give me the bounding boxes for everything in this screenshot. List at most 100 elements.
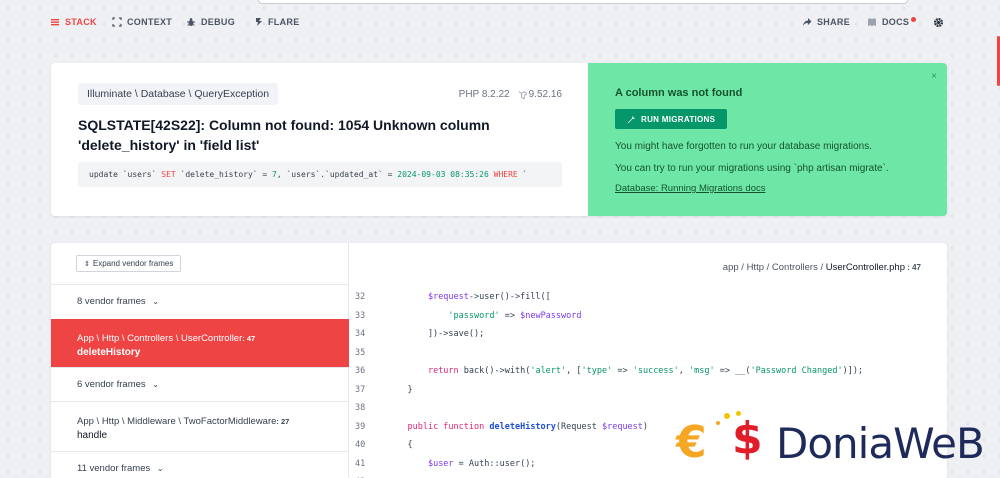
code-token: { (387, 440, 413, 450)
run-migrations-label: RUN MIGRATIONS (641, 114, 716, 124)
expand-icon: ⇕ (84, 261, 90, 268)
stack-icon (51, 19, 59, 26)
php-version: PHP 8.2.22 (458, 89, 510, 100)
vendor-frames-group[interactable]: 8 vendor frames ⌄ (51, 284, 349, 319)
file-path[interactable]: app / Http / Controllers / UserControlle… (723, 262, 921, 273)
laravel-version-wrap: 9.52.16 (518, 89, 562, 100)
line-number: 36 (355, 366, 366, 376)
line-number: 40 (355, 440, 366, 450)
euro-symbol: € (676, 417, 707, 468)
line-number: 42 (355, 473, 365, 478)
code-text: return back()->with('alert', ['type' => … (387, 362, 863, 380)
frames-panel: ⇕ Expand vendor frames 8 vendor frames ⌄ … (51, 243, 349, 478)
code-token: => (499, 310, 521, 321)
code-token: 'alert' (530, 366, 567, 376)
frame-user-controller[interactable]: App \ Http \ Controllers \ UserControlle… (51, 319, 349, 367)
solution-panel: × A column was not found RUN MIGRATIONS … (588, 63, 947, 216)
line-number: 38 (355, 403, 366, 413)
vendor-frames-label: 6 vendor frames (77, 379, 146, 390)
sql-text: ` (517, 170, 528, 179)
run-migrations-button[interactable]: RUN MIGRATIONS (615, 109, 728, 129)
exception-card: Illuminate \ Database \ QueryException P… (51, 63, 947, 216)
migrations-docs-link[interactable]: Database: Running Migrations docs (615, 183, 947, 194)
nav-docs-label: DOCS (882, 17, 910, 27)
code-text: } (387, 381, 413, 399)
code-line: 35 (349, 344, 947, 362)
settings-button[interactable] (933, 17, 944, 28)
nav-debug[interactable]: DEBUG (186, 17, 235, 27)
code-token: 'msg' (689, 366, 715, 376)
nav-docs[interactable]: DOCS (867, 16, 917, 27)
code-token: => __( (714, 366, 751, 376)
frame-two-factor-middleware[interactable]: App \ Http \ Middleware \ TwoFactorMiddl… (51, 401, 349, 451)
code-line: 36 return back()->with('alert', ['type' … (349, 362, 947, 380)
code-text: public function deleteHistory(Request $r… (387, 418, 648, 436)
chevron-down-icon: ⌄ (156, 464, 164, 473)
exception-class[interactable]: Illuminate \ Database \ QueryException (78, 83, 279, 105)
sql-text: update `users` (89, 170, 162, 179)
close-icon[interactable]: × (931, 71, 937, 82)
nav-stack-label: STACK (65, 17, 97, 27)
sparkle-icon (716, 421, 720, 425)
nav-debug-label: DEBUG (201, 17, 236, 27)
nav-context[interactable]: CONTEXT (112, 17, 172, 27)
frame-method: handle (77, 430, 108, 441)
line-number: 32 (355, 292, 366, 302)
laravel-icon (518, 91, 527, 99)
code-token: (Request (555, 421, 602, 432)
sparkle-icon (724, 413, 730, 419)
frame-method: deleteHistory (77, 347, 141, 358)
frame-class: App \ Http \ Middleware \ TwoFactorMiddl… (77, 416, 277, 427)
code-line: 37 } (349, 381, 947, 399)
file-name: UserController.php (825, 262, 905, 273)
code-text: $request->user()->fill([ (387, 288, 551, 306)
sparkle-icon (736, 411, 741, 416)
code-token: , [ (566, 366, 582, 376)
solution-text-1: You might have forgotten to run your dat… (615, 141, 873, 152)
exception-summary: Illuminate \ Database \ QueryException P… (51, 63, 588, 216)
laravel-version: 9.52.16 (528, 89, 562, 100)
wrench-icon (627, 115, 636, 123)
nav-stack[interactable]: STACK (50, 17, 97, 27)
gear-icon (933, 17, 944, 28)
code-text: { (387, 436, 413, 454)
code-text: ])->save(); (387, 325, 484, 343)
code-token: 'password' (448, 310, 500, 321)
docs-icon (868, 18, 876, 27)
context-icon (112, 17, 122, 27)
window-top-edge (258, 0, 908, 4)
vendor-frames-group[interactable]: 11 vendor frames ⌄ (51, 451, 349, 478)
version-info: PHP 8.2.22 9.52.16 (459, 89, 562, 100)
code-token: )]); (842, 366, 864, 376)
nav-flare[interactable]: FLARE (253, 17, 300, 27)
file-line: : 47 (904, 263, 921, 272)
code-token: back()->with( (458, 366, 531, 376)
code-token: } (387, 384, 413, 395)
nav-share[interactable]: SHARE (802, 17, 850, 27)
code-text: 'password' => $newPassword (387, 307, 581, 325)
chevron-down-icon: ⌄ (152, 380, 159, 389)
code-line: 33 'password' => $newPassword (349, 307, 947, 325)
line-number: 37 (355, 384, 366, 395)
chevron-down-icon: ⌄ (152, 297, 159, 306)
donia-web-logo: € $ DoniaWeB (676, 411, 996, 475)
code-token: ])->save(); (387, 329, 485, 339)
expand-vendor-frames-button[interactable]: ⇕ Expand vendor frames (76, 255, 182, 272)
frame-line: : 47 (242, 334, 256, 343)
vendor-frames-label: 8 vendor frames (77, 296, 146, 307)
vendor-frames-label: 11 vendor frames (77, 463, 151, 474)
code-token: => (612, 366, 633, 376)
sql-text: , `users`.`updated_at` = (276, 170, 398, 179)
code-token: $user (427, 458, 454, 469)
line-number: 35 (355, 347, 366, 358)
share-icon (803, 18, 812, 26)
code-token: $request (427, 292, 469, 302)
code-token: 'success' (632, 366, 679, 376)
vendor-frames-group[interactable]: 6 vendor frames ⌄ (51, 367, 349, 401)
code-token: return (427, 366, 459, 376)
sql-keyword: WHERE (493, 170, 518, 179)
sql-value: 2024-09-03 08:35:26 (397, 170, 489, 179)
